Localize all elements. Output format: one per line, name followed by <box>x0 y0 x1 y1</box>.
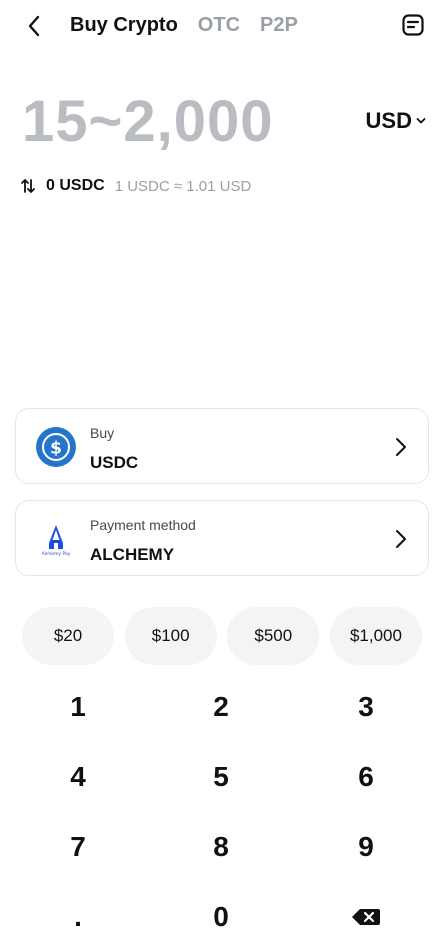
usdc-icon: $ <box>36 427 76 467</box>
key-backspace[interactable] <box>292 882 440 952</box>
svg-text:Alchemy Pay: Alchemy Pay <box>42 551 71 557</box>
converted-amount: 0 USDC <box>46 177 105 194</box>
key-8[interactable]: 8 <box>147 812 295 882</box>
tab-bar: Buy Crypto OTC P2P <box>70 14 298 37</box>
currency-label: USD <box>365 108 412 133</box>
key-7[interactable]: 7 <box>4 812 152 882</box>
buy-asset-value: USDC <box>90 453 139 472</box>
preset-amounts: $20 $100 $500 $1,000 <box>22 607 422 665</box>
key-9[interactable]: 9 <box>292 812 440 882</box>
conversion-row: 0 USDC 1 USDC ≈ 1.01 USD <box>20 174 251 198</box>
key-1[interactable]: 1 <box>4 672 152 742</box>
backspace-icon <box>352 909 380 925</box>
key-3[interactable]: 3 <box>292 672 440 742</box>
back-button[interactable] <box>20 12 48 40</box>
key-4[interactable]: 4 <box>4 742 152 812</box>
payment-method-card[interactable]: Alchemy Pay Payment method ALCHEMY <box>15 500 429 576</box>
top-nav: Buy Crypto OTC P2P <box>0 0 444 54</box>
buy-asset-card[interactable]: $ Buy USDC <box>15 408 429 484</box>
key-decimal[interactable]: . <box>4 882 152 952</box>
preset-500-button[interactable]: $500 <box>227 607 320 665</box>
key-5[interactable]: 5 <box>147 742 295 812</box>
tab-otc[interactable]: OTC <box>198 14 240 37</box>
chevron-right-icon <box>394 527 408 551</box>
preset-1000-button[interactable]: $1,000 <box>329 607 422 665</box>
amount-range: 15~2,000 <box>22 89 274 154</box>
key-0[interactable]: 0 <box>147 882 295 952</box>
orders-button[interactable] <box>400 12 426 38</box>
buy-label: Buy <box>90 425 115 441</box>
key-6[interactable]: 6 <box>292 742 440 812</box>
numeric-keypad: 1 2 3 4 5 6 7 8 9 . 0 <box>0 672 444 933</box>
preset-20-button[interactable]: $20 <box>22 607 114 665</box>
key-2[interactable]: 2 <box>147 672 295 742</box>
orders-icon <box>402 14 424 36</box>
preset-100-button[interactable]: $100 <box>124 607 217 665</box>
svg-text:$: $ <box>50 439 62 459</box>
alchemy-pay-logo: Alchemy Pay <box>36 519 76 559</box>
tab-p2p[interactable]: P2P <box>260 14 298 37</box>
payment-method-value: ALCHEMY <box>90 545 175 564</box>
swap-icon[interactable] <box>20 178 36 194</box>
amount-row: 15~2,000 USD <box>22 86 426 162</box>
currency-selector[interactable]: USD <box>366 108 426 134</box>
chevron-left-icon <box>28 15 40 37</box>
chevron-down-icon <box>416 118 426 124</box>
payment-method-label: Payment method <box>90 517 196 533</box>
exchange-rate: 1 USDC ≈ 1.01 USD <box>114 177 252 195</box>
chevron-right-icon <box>394 435 408 459</box>
tab-buy-crypto[interactable]: Buy Crypto <box>70 14 178 37</box>
